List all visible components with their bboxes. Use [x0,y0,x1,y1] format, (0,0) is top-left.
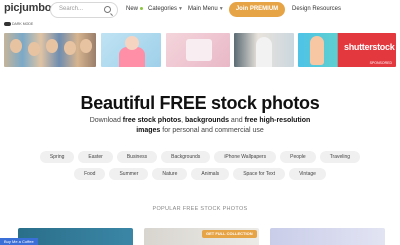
shutterstock-logo: shutterstock [344,42,395,52]
tag-nature[interactable]: Nature [152,168,188,180]
chevron-down-icon: ▼ [218,6,224,12]
tag-easter[interactable]: Easter [78,151,113,163]
tag-iphone-wallpapers[interactable]: iPhone Wallpapers [214,151,277,163]
shutterstock-ad-banner[interactable]: shutterstock SPONSORED [298,33,396,67]
join-premium-button[interactable]: Join PREMIUM [229,2,285,17]
hero-subtitle: Download free stock photos, backgrounds … [89,117,311,134]
featured-image-strip: shutterstock SPONSORED [0,33,400,67]
popular-section-heading: POPULAR FREE STOCK PHOTOS [152,206,248,212]
picjumbo-logo[interactable]: picjumbo [4,2,51,14]
get-full-collection-button[interactable]: GET FULL COLLECTION [202,230,257,238]
nav-main-menu[interactable]: Main Menu▼ [188,6,224,12]
popular-photo-thumbnail[interactable] [270,228,385,245]
shirt-shape [119,47,145,67]
tag-spring[interactable]: Spring [39,151,75,163]
tag-animals[interactable]: Animals [191,168,230,180]
tag-backgrounds[interactable]: Backgrounds [161,151,211,163]
buy-me-a-coffee-button[interactable]: Buy Me a Coffee [0,238,38,245]
category-tags-row-2: Food Summer Nature Animals Space for Tex… [0,168,400,180]
popular-photo-thumbnail[interactable]: GET FULL COLLECTION [144,228,259,245]
nav-design-resources[interactable]: Design Resources [292,6,341,12]
person-shape [256,37,272,67]
face-shape [125,36,139,50]
page-title: Beautiful FREE stock photos [80,93,320,113]
face-shape [46,39,58,53]
dark-mode-toggle[interactable]: DARK MODE [4,22,33,26]
tag-summer[interactable]: Summer [109,168,149,180]
dark-mode-label: DARK MODE [12,22,34,26]
tag-space-for-text[interactable]: Space for Text [233,168,286,180]
category-tags-row-1: Spring Easter Business Backgrounds iPhon… [0,151,400,163]
search-input[interactable]: Search... [50,2,118,18]
face-shape [64,41,76,55]
featured-photo-woman[interactable] [234,33,294,67]
nav-new[interactable]: New [126,6,144,12]
search-icon[interactable] [104,6,111,13]
featured-photo-pink[interactable] [166,33,230,67]
tag-vintage[interactable]: Vintage [289,168,326,180]
tag-traveling[interactable]: Traveling [319,151,361,163]
person-shape [310,36,324,65]
featured-photo-children[interactable] [4,33,96,67]
chevron-down-icon: ▼ [178,6,183,12]
featured-photo-girl[interactable] [101,33,161,67]
search-placeholder: Search... [59,6,84,12]
sponsored-label: SPONSORED [369,61,392,65]
toggle-switch-icon [4,22,11,26]
tag-people[interactable]: People [280,151,316,163]
tag-food[interactable]: Food [74,168,106,180]
face-shape [80,39,92,53]
face-shape [28,42,40,56]
tag-business[interactable]: Business [116,151,158,163]
site-header: picjumbo Search... New Categories▼ Main … [0,0,400,20]
product-shape [186,39,212,61]
face-shape [10,39,22,53]
nav-categories[interactable]: Categories▼ [148,6,183,12]
new-dot-icon [140,6,144,10]
